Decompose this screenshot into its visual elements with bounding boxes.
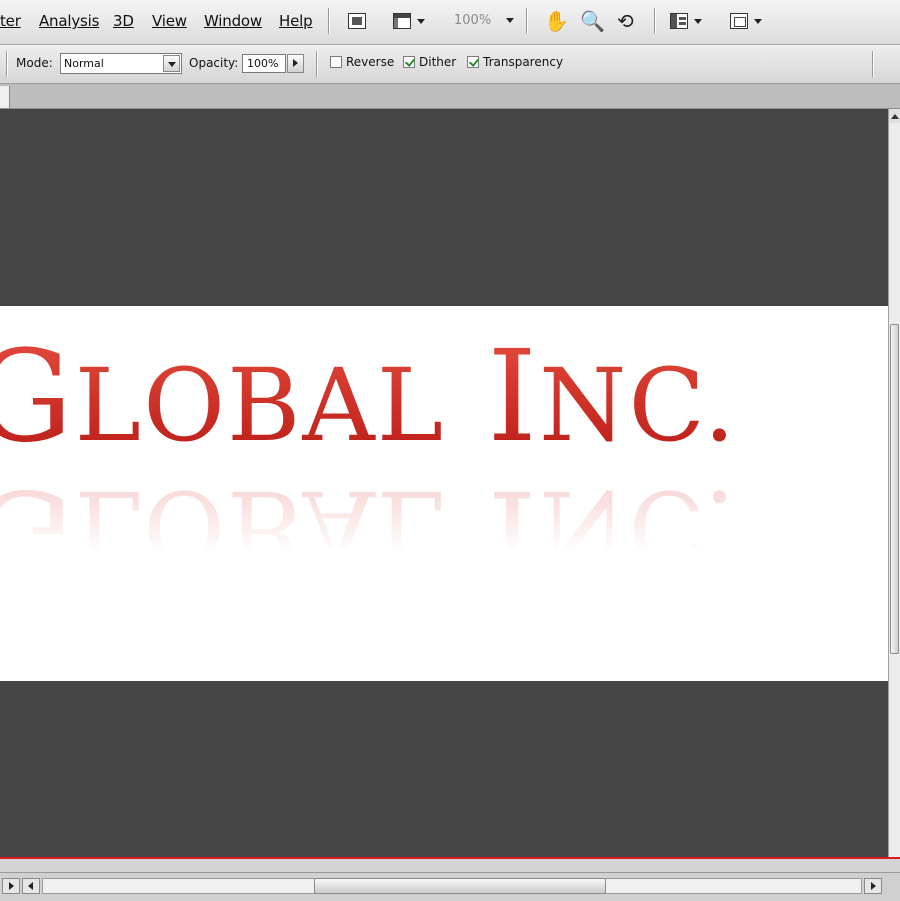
- arrange-documents-button[interactable]: [670, 10, 702, 32]
- scroll-up-arrow[interactable]: [889, 109, 900, 123]
- opacity-input[interactable]: 100%: [242, 54, 286, 73]
- mode-value: Normal: [64, 57, 104, 70]
- options-separator: [6, 51, 8, 77]
- canvas-area[interactable]: GLOBAL INC. GLOBAL INC.: [0, 109, 888, 859]
- hand-tool-icon[interactable]: ✋: [544, 8, 569, 34]
- menu-help[interactable]: Help: [279, 12, 313, 30]
- arrange-documents-icon: [670, 13, 688, 29]
- view-extras-button[interactable]: [393, 10, 425, 32]
- reverse-label: Reverse: [346, 55, 395, 69]
- screen-mode-menu-icon: [730, 13, 748, 29]
- vertical-scroll-thumb[interactable]: [890, 324, 899, 654]
- rotate-view-icon[interactable]: ⟲: [617, 8, 634, 34]
- document-canvas[interactable]: GLOBAL INC. GLOBAL INC.: [0, 306, 888, 681]
- chevron-down-icon: [754, 18, 762, 24]
- red-guide-line: [0, 857, 900, 859]
- horizontal-scrollbar[interactable]: [0, 872, 900, 901]
- scroll-left-arrow[interactable]: [22, 878, 40, 894]
- menu-separator: [526, 8, 528, 34]
- document-tab-strip: [0, 84, 900, 109]
- vertical-scrollbar[interactable]: [888, 109, 900, 859]
- logo-reflection: GLOBAL INC.: [0, 462, 738, 609]
- dither-label: Dither: [419, 55, 457, 69]
- chevron-down-icon: [417, 18, 425, 24]
- menu-filter[interactable]: ter: [0, 12, 21, 30]
- dither-checkbox[interactable]: [403, 56, 415, 68]
- menu-analysis[interactable]: Analysis: [39, 12, 99, 30]
- options-separator: [316, 51, 318, 77]
- menu-separator: [328, 8, 330, 34]
- options-bar: Mode: Normal Opacity: 100% Reverse Dithe…: [0, 45, 900, 84]
- transparency-checkbox[interactable]: [467, 56, 479, 68]
- zoom-level[interactable]: 100%: [454, 13, 491, 28]
- screen-mode-icon: [393, 13, 411, 29]
- reverse-checkbox[interactable]: [330, 56, 342, 68]
- chevron-down-icon[interactable]: [163, 55, 180, 72]
- bridge-icon: [348, 13, 366, 29]
- chevron-down-icon: [694, 18, 702, 24]
- options-separator: [872, 51, 874, 77]
- mode-select[interactable]: Normal: [60, 53, 182, 74]
- opacity-slider-toggle[interactable]: [287, 54, 304, 73]
- play-icon[interactable]: [2, 878, 20, 894]
- document-tab[interactable]: [0, 86, 10, 108]
- menu-view[interactable]: View: [152, 12, 187, 30]
- zoom-dropdown-icon[interactable]: [506, 18, 514, 23]
- logo-text: GLOBAL INC.: [0, 334, 737, 460]
- launch-bridge-button[interactable]: [348, 10, 366, 32]
- transparency-label: Transparency: [483, 55, 564, 69]
- opacity-label: Opacity:: [189, 56, 239, 70]
- menu-window[interactable]: Window: [204, 12, 262, 30]
- mode-label: Mode:: [16, 56, 53, 70]
- horizontal-scroll-thumb[interactable]: [314, 878, 606, 894]
- menu-separator: [654, 8, 656, 34]
- screen-mode-button[interactable]: [730, 10, 762, 32]
- menu-3d[interactable]: 3D: [113, 12, 134, 30]
- scroll-right-arrow[interactable]: [864, 878, 882, 894]
- menu-bar: ter Analysis 3D View Window Help 100% ✋ …: [0, 0, 900, 45]
- zoom-tool-icon[interactable]: 🔍: [580, 8, 605, 34]
